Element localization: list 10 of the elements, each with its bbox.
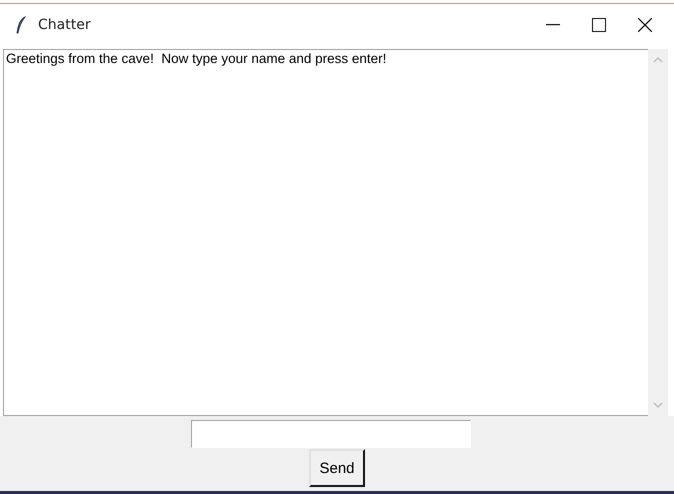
scroll-down-icon[interactable] <box>653 402 663 408</box>
send-button[interactable]: Send <box>309 449 365 487</box>
scroll-up-icon[interactable] <box>653 57 663 63</box>
maximize-icon <box>592 18 606 32</box>
feather-icon <box>16 16 26 34</box>
chat-message: Greetings from the cave! Now type your name and press enter! <box>6 51 388 66</box>
message-input[interactable] <box>191 420 471 448</box>
window-title: Chatter <box>38 16 92 32</box>
close-icon <box>638 18 652 32</box>
minimize-icon <box>546 24 560 26</box>
